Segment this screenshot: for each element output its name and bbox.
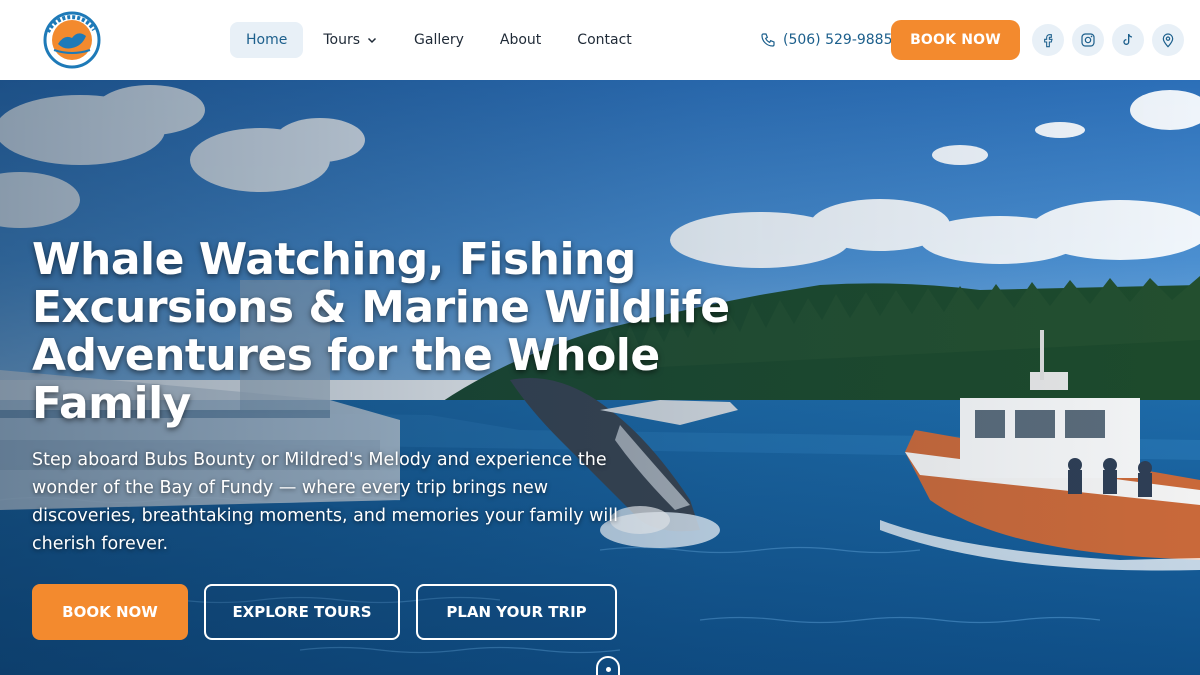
hero-subtitle: Step aboard Bubs Bounty or Mildred's Mel… [32, 450, 619, 554]
main-nav: Home Tours Gallery About Contact [230, 22, 652, 58]
instagram-icon [1081, 33, 1095, 47]
explore-tours-button[interactable]: EXPLORE TOURS [204, 584, 400, 640]
nav-item-label: Tours [323, 32, 361, 48]
location-pin-icon [1162, 33, 1174, 48]
phone-icon [761, 33, 775, 47]
facebook-link[interactable] [1032, 24, 1064, 56]
scroll-dot-icon [606, 667, 611, 672]
nav-item-label: Gallery [414, 32, 464, 48]
nav-item-label: Contact [577, 32, 632, 48]
hero-title: Whale Watching, Fishing Excursions & Mar… [32, 234, 730, 429]
hero-book-now-button[interactable]: BOOK NOW [32, 584, 188, 640]
nav-item-label: Home [246, 32, 288, 48]
nav-item-about[interactable]: About [484, 22, 557, 58]
instagram-link[interactable] [1072, 24, 1104, 56]
nav-item-label: About [499, 32, 542, 48]
location-link[interactable] [1152, 24, 1184, 56]
nav-item-tours[interactable]: Tours [307, 22, 394, 58]
chevron-down-icon [367, 37, 377, 44]
nav-item-contact[interactable]: Contact [561, 22, 647, 58]
plan-your-trip-label: PLAN YOUR TRIP [446, 603, 587, 621]
site-header: Home Tours Gallery About Contact (506) 5… [0, 0, 1200, 80]
hero-book-now-label: BOOK NOW [62, 603, 158, 621]
tiktok-icon [1123, 33, 1133, 45]
nav-item-gallery[interactable]: Gallery [398, 22, 480, 58]
logo-whale-icon [43, 11, 101, 69]
scroll-down-indicator[interactable] [596, 656, 620, 675]
nav-item-home[interactable]: Home [230, 22, 304, 58]
phone-number: (506) 529-9885 [783, 32, 893, 48]
book-now-button[interactable]: BOOK NOW [891, 20, 1020, 60]
tiktok-link[interactable] [1112, 24, 1144, 56]
facebook-icon [1044, 34, 1053, 48]
book-now-label: BOOK NOW [910, 32, 1001, 48]
explore-tours-label: EXPLORE TOURS [232, 603, 372, 621]
phone-link[interactable]: (506) 529-9885 [760, 22, 893, 58]
plan-your-trip-button[interactable]: PLAN YOUR TRIP [416, 584, 617, 640]
site-logo[interactable] [34, 10, 110, 70]
hero-section: Whale Watching, Fishing Excursions & Mar… [0, 80, 1200, 675]
